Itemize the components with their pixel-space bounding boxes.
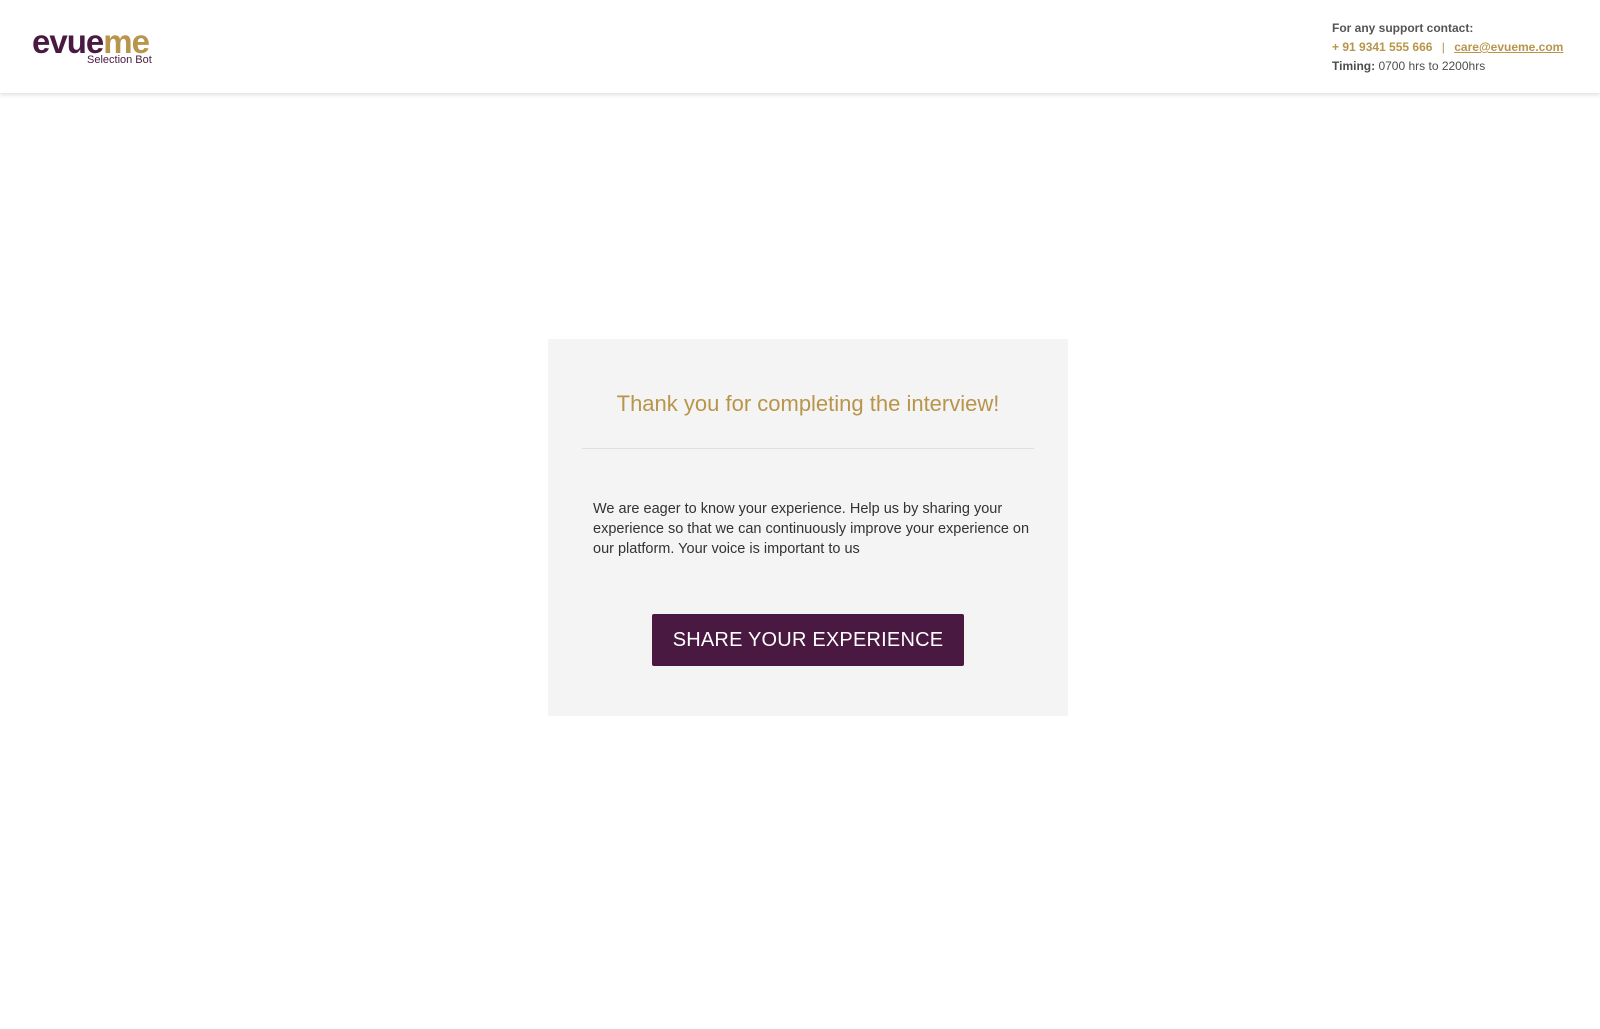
feedback-message: We are eager to know your experience. He… (593, 501, 1030, 557)
timing-label: Timing: (1332, 59, 1376, 73)
logo-wordmark-part1: ev (32, 23, 68, 60)
thank-you-card: Thank you for completing the interview! … (548, 339, 1068, 716)
top-header: evueme Selection Bot For any support con… (0, 0, 1600, 93)
support-heading: For any support contact: (1332, 21, 1474, 35)
timing-value: 0700 hrs to 2200hrs (1378, 59, 1486, 73)
support-contact: For any support contact: + 91 9341 555 6… (1332, 19, 1592, 76)
logo-subtitle: Selection Bot (87, 54, 152, 66)
support-email-link[interactable]: care@evueme.com (1454, 40, 1563, 54)
support-phone[interactable]: + 91 9341 555 666 (1332, 40, 1432, 54)
support-separator: | (1441, 40, 1445, 54)
divider (582, 448, 1034, 449)
evueme-logo[interactable]: evueme Selection Bot (32, 22, 156, 68)
share-experience-button[interactable]: SHARE YOUR EXPERIENCE (652, 614, 964, 666)
thank-you-title: Thank you for completing the interview! (616, 391, 1000, 416)
